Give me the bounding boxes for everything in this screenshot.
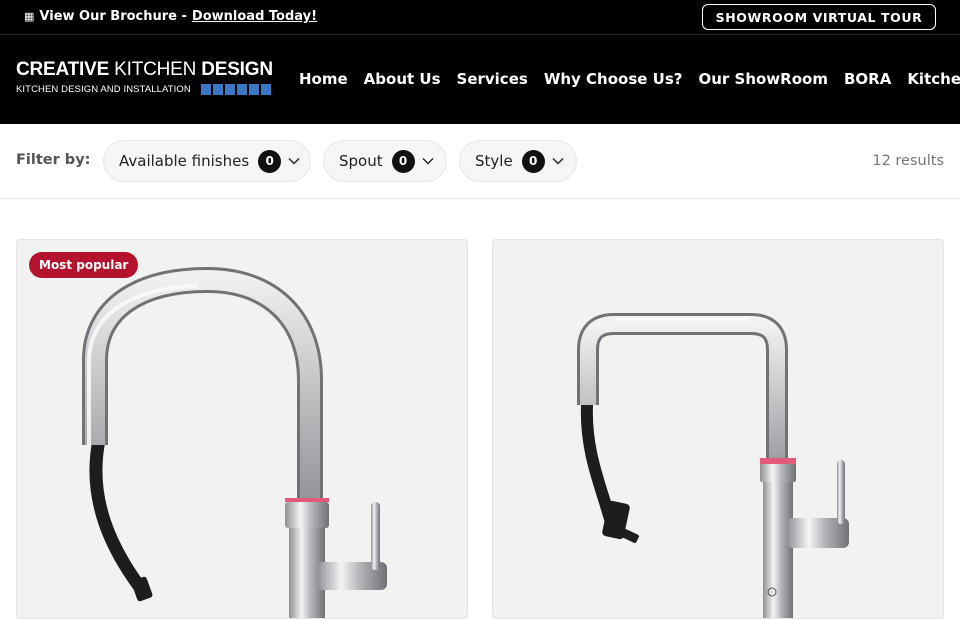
most-popular-badge: Most popular bbox=[29, 252, 139, 278]
download-brochure-link[interactable]: Download Today! bbox=[192, 9, 317, 24]
showroom-virtual-tour-button[interactable]: SHOWROOM VIRTUAL TOUR bbox=[702, 4, 936, 30]
nav-item-bora[interactable]: BORA bbox=[844, 70, 891, 88]
filter-label: Filter by: bbox=[16, 152, 91, 168]
filter-count-badge: 0 bbox=[391, 149, 415, 173]
filter-style[interactable]: Style 0 bbox=[459, 140, 577, 182]
product-card[interactable]: Most popular bbox=[16, 239, 468, 619]
nav-item-why-choose-us[interactable]: Why Choose Us? bbox=[544, 70, 683, 88]
site-header: CREATIVE KITCHEN DESIGN KITCHEN DESIGN A… bbox=[0, 35, 960, 124]
filter-pill-label: Style bbox=[475, 152, 513, 170]
filter-pill-label: Spout bbox=[339, 152, 383, 170]
chevron-down-icon bbox=[421, 154, 435, 168]
nav-item-home[interactable]: Home bbox=[299, 70, 348, 88]
document-icon: ▦ bbox=[24, 10, 35, 23]
logo-wordmark: CREATIVE KITCHEN DESIGN bbox=[16, 59, 273, 80]
logo-squares-icon bbox=[200, 84, 271, 95]
filter-available-finishes[interactable]: Available finishes 0 bbox=[103, 140, 311, 182]
main-nav: Home About Us Services Why Choose Us? Ou… bbox=[299, 70, 960, 88]
filter-pill-label: Available finishes bbox=[119, 152, 250, 170]
product-card[interactable] bbox=[492, 239, 944, 619]
brochure-text: View Our Brochure - bbox=[39, 9, 187, 24]
round-spout-tap-image bbox=[82, 266, 387, 618]
nav-item-services[interactable]: Services bbox=[457, 70, 528, 88]
nav-item-about-us[interactable]: About Us bbox=[364, 70, 441, 88]
chevron-down-icon bbox=[287, 154, 301, 168]
nav-item-our-showroom[interactable]: Our ShowRoom bbox=[698, 70, 828, 88]
chevron-down-icon bbox=[551, 154, 565, 168]
filter-spout[interactable]: Spout 0 bbox=[323, 140, 447, 182]
results-count: 12 results bbox=[872, 153, 944, 169]
filter-count-badge: 0 bbox=[258, 149, 282, 173]
logo-tagline: KITCHEN DESIGN AND INSTALLATION bbox=[16, 84, 191, 95]
brochure-promo: ▦ View Our Brochure - Download Today! bbox=[24, 9, 317, 24]
filter-count-badge: 0 bbox=[521, 149, 545, 173]
nav-item-kitchen[interactable]: Kitchen bbox=[907, 70, 960, 88]
square-spout-tap-image bbox=[577, 313, 849, 618]
site-logo[interactable]: CREATIVE KITCHEN DESIGN KITCHEN DESIGN A… bbox=[16, 59, 278, 101]
top-announcement-bar: ▦ View Our Brochure - Download Today! SH… bbox=[0, 0, 960, 35]
filter-bar: Filter by: Available finishes 0 Spout 0 … bbox=[0, 124, 960, 199]
